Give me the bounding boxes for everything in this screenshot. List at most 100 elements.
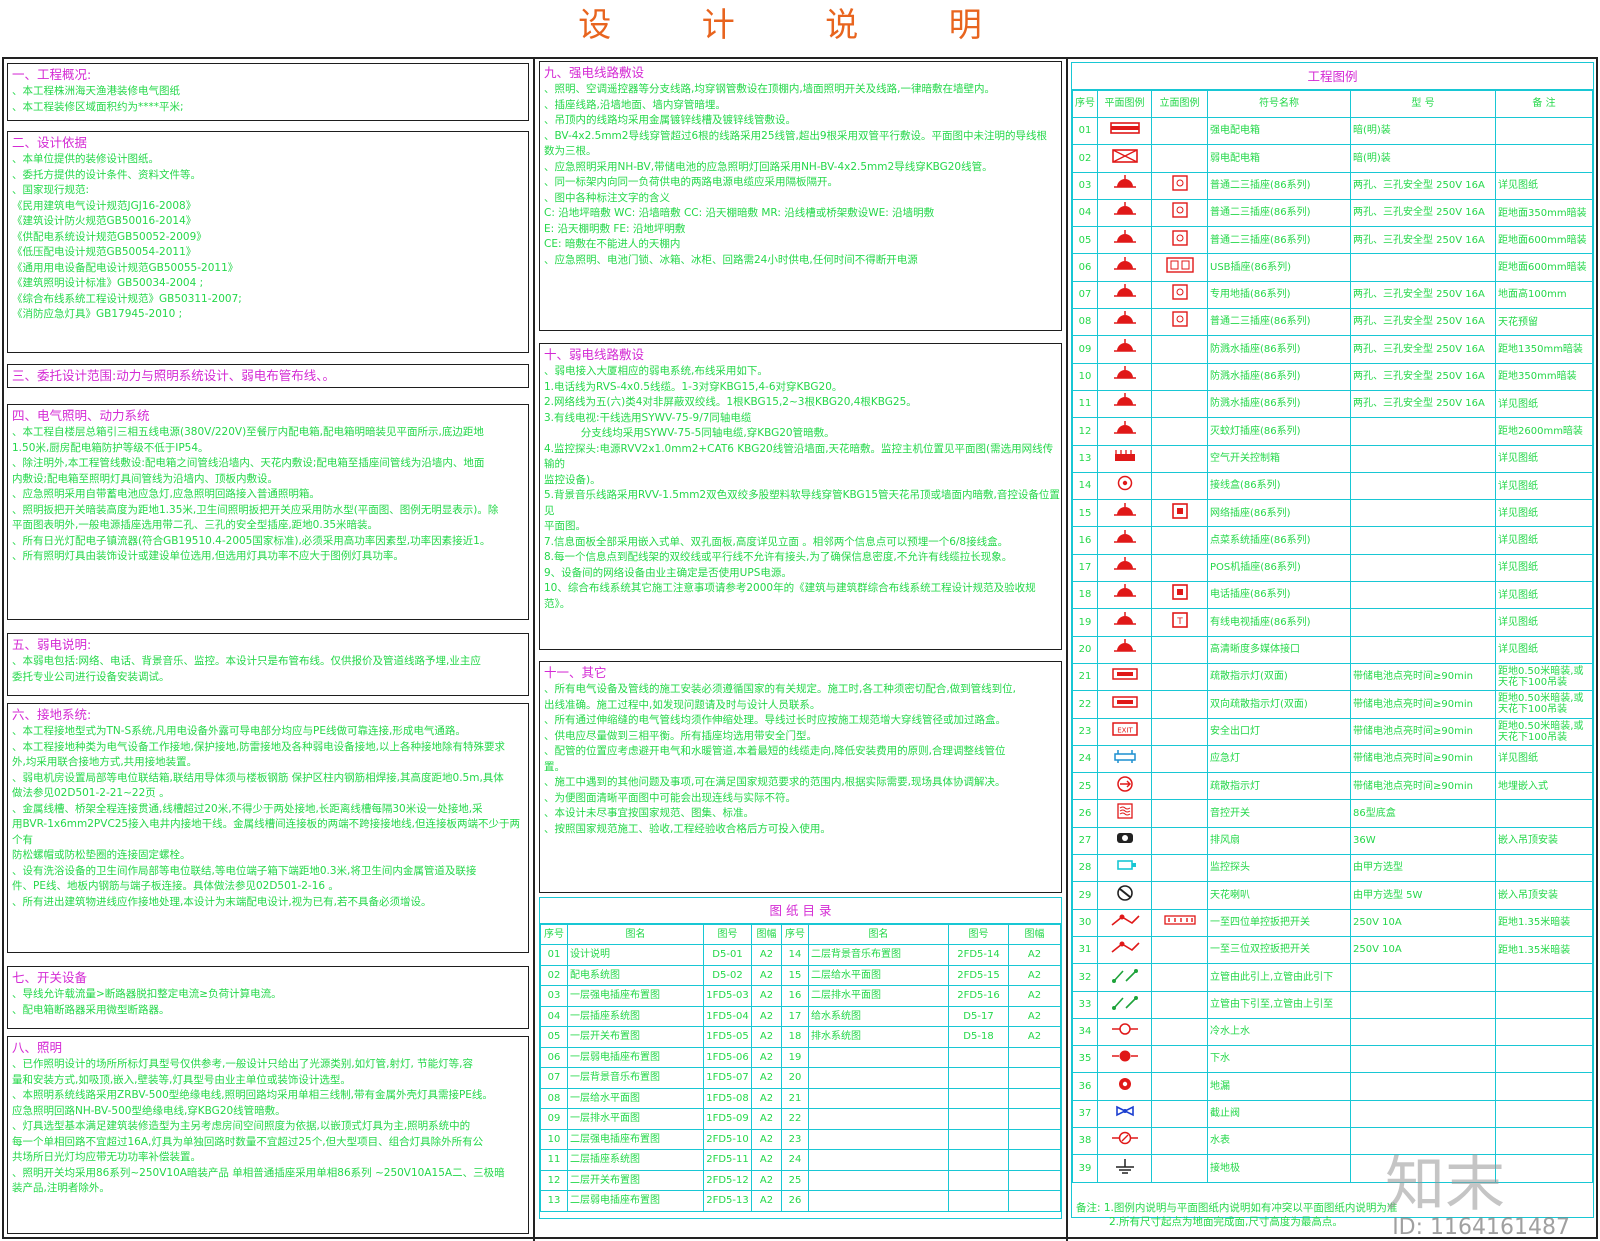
- legend-cell: 两孔、三孔安全型 250V 16A: [1350, 280, 1496, 310]
- text-line: 量和安装方式,如吸顶,嵌入,壁装等,灯具型号由业主单位或装饰设计选型。: [12, 1073, 351, 1086]
- text-line: 、配电箱断路器采用微型断路器。: [12, 1003, 170, 1016]
- watermark-logo: 知末: [1385, 1150, 1505, 1220]
- catalog-cell: 设计说明: [567, 944, 704, 966]
- plan-symbol-cell: [1097, 116, 1152, 146]
- plan-symbol-cell: [1097, 308, 1152, 337]
- catalog-cell: 18: [781, 1026, 809, 1048]
- section-lines: 、本弱电包括:网络、电话、背景音乐、监控。本设计只是布管布线。仅供报价及管道线路…: [8, 654, 528, 685]
- legend-row: 38 水表: [1072, 1126, 1593, 1156]
- legend-cell: [1350, 253, 1496, 282]
- legend-cell: [1495, 1154, 1593, 1183]
- text-line: 、本工程接地型式为TN-S系统,凡用电设备外露可导电部分均应与PE线做可靠连接,…: [12, 725, 466, 737]
- plan-legend-icon: [1108, 583, 1142, 607]
- legend-row: 19 T 有线电视插座(86系列) 详见图纸: [1072, 608, 1593, 637]
- catalog-row: 11 二层插座系统图 2FD5-11 A2 24: [540, 1149, 1061, 1171]
- legend-row: 06 USB插座(86系列) 距地面600mm暗装: [1072, 253, 1593, 282]
- legend-cell: 34: [1072, 1017, 1098, 1047]
- legend-cell: 天花喇叭: [1207, 881, 1351, 910]
- legend-title: 工程图例: [1072, 63, 1593, 90]
- legend-row: 12 灭蚊灯插座(86系列) 距地2600mm暗装: [1072, 417, 1593, 446]
- catalog-cell: [948, 1087, 1009, 1109]
- legend-cell: [1350, 635, 1496, 664]
- catalog-row: 05 一层开关布置图 1FD5-05 A2 18 排水系统图 D5-18 A2: [540, 1026, 1061, 1048]
- legend-row: 35 下水: [1072, 1045, 1593, 1074]
- plan-legend-icon: [1108, 447, 1142, 471]
- text-line: 委托专业公司进行设备安装调试。: [12, 670, 170, 683]
- catalog-cell: D5-01: [703, 944, 752, 966]
- plan-symbol-cell: [1097, 881, 1152, 910]
- section-lines: 、本单位提供的装修设计图纸。 、委托方提供的设计条件、资料文件等。 、国家现行规范:…: [8, 152, 528, 323]
- legend-cell: 详见图纸: [1495, 526, 1593, 555]
- legend-cell: [1495, 1017, 1593, 1047]
- legend-cell: 12: [1072, 417, 1098, 446]
- legend-cell: 距地面600mm暗装: [1495, 253, 1593, 282]
- legend-cell: [1495, 799, 1593, 828]
- catalog-cell: 2FD5-12: [703, 1169, 752, 1191]
- legend-cell: 23: [1072, 717, 1098, 746]
- plan-symbol-cell: [1097, 1099, 1152, 1128]
- text-line: 、为便图面清晰平面图中可能会出现连线与实际不符。: [544, 791, 796, 804]
- legend-cell: 详见图纸: [1495, 444, 1593, 473]
- catalog-cell: [1008, 1149, 1061, 1171]
- legend-row: 05 普通二三插座(86系列) 两孔、三孔安全型 250V 16A 距地面600mm暗…: [1072, 226, 1593, 255]
- catalog-cell: [1008, 1128, 1061, 1150]
- legend-cell: [1350, 1045, 1496, 1074]
- catalog-header-cell: 图名: [567, 924, 704, 945]
- legend-cell: [1495, 1045, 1593, 1074]
- legend-cell: 详见图纸: [1495, 553, 1593, 583]
- catalog-cell: 19: [781, 1046, 809, 1068]
- text-line: 10、综合布线系统其它施工注意事项请参考2000年的《建筑与建筑群综合布线系统工…: [544, 582, 1036, 594]
- plan-legend-icon: [1108, 1102, 1142, 1126]
- legend-cell: 防溅水插座(86系列): [1207, 389, 1351, 419]
- section-lighting: 八、照明 、已作照明设计的场所所标灯具型号仅供参考,一般设计只给出了光源类别,如…: [7, 1036, 529, 1234]
- catalog-header-cell: 图幅: [751, 924, 782, 945]
- legend-cell: 11: [1072, 389, 1098, 419]
- plan-legend-icon: [1108, 529, 1142, 553]
- catalog-cell: A2: [1008, 985, 1061, 1007]
- catalog-cell: 23: [781, 1128, 809, 1150]
- legend-cell: 13: [1072, 444, 1098, 473]
- catalog-cell: 二层强电插座布置图: [567, 1128, 704, 1150]
- elevation-legend-icon: [1163, 256, 1197, 280]
- text-line: 范》。: [544, 597, 571, 610]
- legend-row: 07 专用地插(86系列) 两孔、三孔安全型 250V 16A 地面高100mm: [1072, 280, 1593, 310]
- legend-cell: 26: [1072, 799, 1098, 828]
- text-line: 装产品,注明者除外。: [12, 1182, 110, 1194]
- section-title: 三、委托设计范围:动力与照明系统设计、弱电布管布线、。: [12, 368, 335, 383]
- legend-row: 18 电话插座(86系列) 详见图纸: [1072, 581, 1593, 610]
- catalog-cell: 一层弱电插座布置图: [567, 1046, 704, 1068]
- plan-symbol-cell: [1097, 799, 1152, 828]
- legend-cell: 截止阀: [1207, 1099, 1351, 1128]
- catalog-cell: 01: [540, 944, 568, 966]
- legend-cell: 05: [1072, 226, 1098, 255]
- drawing-catalog: 图 纸 目 录 序号 图名 图号 图幅 序号 图名 图号 图幅 01 设计说明 D5-01 A2 14 二…: [539, 897, 1062, 1219]
- elevation-symbol-cell: [1151, 417, 1208, 446]
- plan-symbol-cell: [1097, 417, 1152, 446]
- plan-symbol-cell: [1097, 253, 1152, 282]
- elevation-symbol-cell: [1151, 1154, 1208, 1183]
- catalog-cell: [948, 1128, 1009, 1150]
- catalog-cell: 2FD5-14: [948, 944, 1009, 966]
- section-lines: 、本工程接地型式为TN-S系统,凡用电设备外露可导电部分均应与PE线做可靠连接,…: [8, 724, 528, 910]
- text-line: 数为三根。: [544, 145, 597, 157]
- legend-cell: 距地1350mm暗装: [1495, 335, 1593, 364]
- section-grounding: 六、接地系统: 、本工程接地型式为TN-S系统,凡用电设备外露可导电部分均应与P…: [7, 703, 529, 953]
- plan-legend-icon: [1108, 829, 1142, 853]
- legend-row: 37 截止阀: [1072, 1099, 1593, 1128]
- legend-row: 36 地漏: [1072, 1072, 1593, 1101]
- elevation-symbol-cell: [1151, 854, 1208, 883]
- catalog-cell: [808, 1087, 949, 1109]
- elevation-symbol-cell: [1151, 799, 1208, 828]
- elevation-symbol-cell: [1151, 690, 1208, 719]
- section-lines: 、已作照明设计的场所所标灯具型号仅供参考,一般设计只给出了光源类别,如灯管,射灯…: [8, 1057, 528, 1197]
- legend-cell: [1350, 1099, 1496, 1128]
- elevation-symbol-cell: [1151, 471, 1208, 501]
- plan-symbol-cell: [1097, 608, 1152, 637]
- plan-legend-icon: [1108, 1157, 1142, 1181]
- elevation-symbol-cell: [1151, 1099, 1208, 1128]
- catalog-cell: 22: [781, 1108, 809, 1130]
- legend-cell: [1495, 116, 1593, 146]
- legend-cell: 下水: [1207, 1045, 1351, 1074]
- elevation-symbol-cell: [1151, 963, 1208, 992]
- text-line: 、供电应尽量做到三相平衡。所有插座均选用带安全门型。: [544, 729, 817, 742]
